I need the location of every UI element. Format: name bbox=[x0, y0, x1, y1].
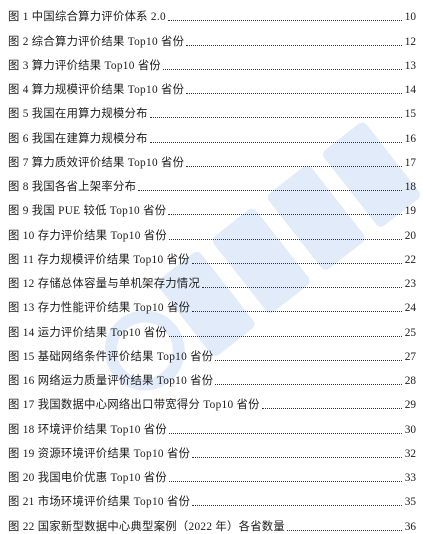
toc-entry-page: 19 bbox=[404, 205, 416, 218]
toc-entry[interactable]: 图 16 网络运力质量评价结果 Top10 省份 28 bbox=[8, 364, 416, 388]
toc-entry-label: 图 20 我国电价优惠 Top10 省份 bbox=[8, 472, 167, 484]
toc-entry-label: 图 17 我国数据中心网络出口带宽得分 Top10 省份 bbox=[8, 399, 260, 412]
toc-entry[interactable]: 图 14 运力评价结果 Top10 省份 25 bbox=[8, 315, 416, 339]
dot-leader bbox=[186, 165, 402, 167]
toc-entry-page: 23 bbox=[404, 278, 416, 290]
dot-leader bbox=[186, 92, 402, 94]
toc-entry[interactable]: 图 7 算力质效评价结果 Top10 省份 17 bbox=[8, 146, 416, 170]
dot-leader bbox=[149, 116, 402, 119]
toc-entry-page: 22 bbox=[404, 253, 416, 266]
toc-entry[interactable]: 图 15 基础网络条件评价结果 Top10 省份 27 bbox=[8, 340, 416, 364]
toc-entry-label: 图 15 基础网络条件评价结果 Top10 省份 bbox=[8, 350, 214, 363]
dot-leader bbox=[168, 238, 402, 240]
dot-leader bbox=[215, 383, 402, 385]
toc-entry-page: 13 bbox=[404, 59, 416, 72]
toc-entry-label: 图 14 运力评价结果 Top10 省份 bbox=[8, 326, 167, 339]
dot-leader bbox=[167, 19, 402, 22]
toc-entry-page: 33 bbox=[404, 472, 416, 484]
toc-entry-label: 图 7 算力质效评价结果 Top10 省份 bbox=[8, 156, 185, 169]
toc-entry[interactable]: 图 22 国家新型数据中心典型案例（2022 年）各省数量 36 bbox=[8, 509, 416, 533]
toc-entry-page: 27 bbox=[404, 350, 416, 363]
toc-entry[interactable]: 图 17 我国数据中心网络出口带宽得分 Top10 省份 29 bbox=[8, 388, 416, 412]
toc-entry-page: 29 bbox=[404, 399, 416, 412]
toc-entry-label: 图 21 市场环境评价结果 Top10 省份 bbox=[8, 496, 191, 509]
toc-entry-page: 35 bbox=[404, 496, 416, 509]
dot-leader bbox=[186, 44, 402, 46]
toc-entry-label: 图 13 存力性能评价结果 Top10 省份 bbox=[8, 302, 191, 315]
toc-entry-label: 图 19 资源环境评价结果 Top10 省份 bbox=[8, 447, 191, 460]
toc-entry-page: 20 bbox=[404, 229, 416, 242]
toc-entry[interactable]: 图 19 资源环境评价结果 Top10 省份 32 bbox=[8, 437, 416, 461]
toc-entry[interactable]: 图 13 存力性能评价结果 Top10 省份 24 bbox=[8, 291, 416, 315]
toc-entry-label: 图 11 存力规模评价结果 Top10 省份 bbox=[8, 253, 190, 266]
dot-leader bbox=[192, 456, 402, 458]
dot-leader bbox=[261, 407, 402, 410]
dot-leader bbox=[168, 213, 402, 216]
toc-entry-label: 图 1 中国综合算力评价体系 2.0 bbox=[8, 11, 166, 24]
dot-leader bbox=[138, 189, 402, 191]
toc-entry[interactable]: 图 21 市场环境评价结果 Top10 省份 35 bbox=[8, 485, 416, 509]
toc-entry-label: 图 3 算力评价结果 Top10 省份 bbox=[8, 59, 162, 72]
toc-entry-label: 图 8 我国各省上架率分布 bbox=[8, 181, 137, 193]
toc-entry-label: 图 2 综合算力评价结果 Top10 省份 bbox=[8, 35, 185, 48]
toc-entry[interactable]: 图 8 我国各省上架率分布 18 bbox=[8, 170, 416, 194]
toc-entry[interactable]: 图 20 我国电价优惠 Top10 省份 33 bbox=[8, 461, 416, 485]
toc-entry[interactable]: 图 4 算力规模评价结果 Top10 省份 14 bbox=[8, 73, 416, 97]
dot-leader bbox=[149, 141, 402, 143]
toc-entry[interactable]: 图 9 我国 PUE 较低 Top10 省份 19 bbox=[8, 194, 416, 218]
toc-entry-page: 14 bbox=[404, 84, 416, 96]
toc-entry-label: 图 9 我国 PUE 较低 Top10 省份 bbox=[8, 205, 167, 218]
toc-entry-label: 图 4 算力规模评价结果 Top10 省份 bbox=[8, 84, 185, 96]
toc-entry[interactable]: 图 5 我国在用算力规模分布 15 bbox=[8, 97, 416, 121]
toc-entry-label: 图 5 我国在用算力规模分布 bbox=[8, 108, 148, 121]
toc-entry[interactable]: 图 6 我国在建算力规模分布 16 bbox=[8, 121, 416, 145]
toc-entry[interactable]: 图 11 存力规模评价结果 Top10 省份 22 bbox=[8, 243, 416, 267]
dot-leader bbox=[168, 432, 402, 434]
dot-leader bbox=[202, 286, 402, 288]
dot-leader bbox=[168, 335, 402, 337]
toc-entry-page: 30 bbox=[404, 423, 416, 436]
toc-entry-label: 图 12 存储总体容量与单机架存力情况 bbox=[8, 278, 201, 290]
toc-entry[interactable]: 图 1 中国综合算力评价体系 2.0 10 bbox=[8, 0, 416, 24]
toc-entry-page: 24 bbox=[404, 302, 416, 315]
toc-entry-label: 图 6 我国在建算力规模分布 bbox=[8, 132, 148, 145]
dot-leader bbox=[163, 68, 402, 70]
toc-entry-page: 25 bbox=[404, 326, 416, 339]
toc-entry[interactable]: 图 12 存储总体容量与单机架存力情况 23 bbox=[8, 267, 416, 291]
dot-leader bbox=[192, 504, 402, 507]
toc-entry[interactable]: 图 2 综合算力评价结果 Top10 省份 12 bbox=[8, 24, 416, 48]
dot-leader bbox=[192, 310, 402, 313]
dot-leader bbox=[215, 359, 402, 361]
toc-entry-label: 图 22 国家新型数据中心典型案例（2022 年）各省数量 bbox=[8, 520, 286, 533]
toc-entry-label: 图 10 存力评价结果 Top10 省份 bbox=[8, 229, 167, 242]
toc-entry-page: 17 bbox=[404, 156, 416, 169]
toc-entry[interactable]: 图 18 环境评价结果 Top10 省份 30 bbox=[8, 412, 416, 436]
toc-entry-label: 图 18 环境评价结果 Top10 省份 bbox=[8, 423, 167, 436]
toc-entry[interactable]: 图 3 算力评价结果 Top10 省份 13 bbox=[8, 49, 416, 73]
toc-entry-label: 图 16 网络运力质量评价结果 Top10 省份 bbox=[8, 375, 214, 387]
toc-entry-page: 16 bbox=[404, 132, 416, 145]
toc-entry-page: 36 bbox=[404, 520, 416, 533]
toc-entry-page: 28 bbox=[404, 375, 416, 387]
toc-entry-page: 18 bbox=[404, 181, 416, 193]
dot-leader bbox=[287, 529, 402, 531]
table-of-figures: 图 1 中国综合算力评价体系 2.0 10 图 2 综合算力评价结果 Top10 … bbox=[8, 0, 416, 534]
toc-entry[interactable]: 图 10 存力评价结果 Top10 省份 20 bbox=[8, 218, 416, 242]
toc-entry-page: 32 bbox=[404, 447, 416, 460]
dot-leader bbox=[168, 480, 402, 482]
toc-entry-page: 15 bbox=[404, 108, 416, 121]
toc-entry-page: 10 bbox=[404, 11, 416, 24]
dot-leader bbox=[191, 262, 402, 264]
toc-entry-page: 12 bbox=[404, 35, 416, 48]
